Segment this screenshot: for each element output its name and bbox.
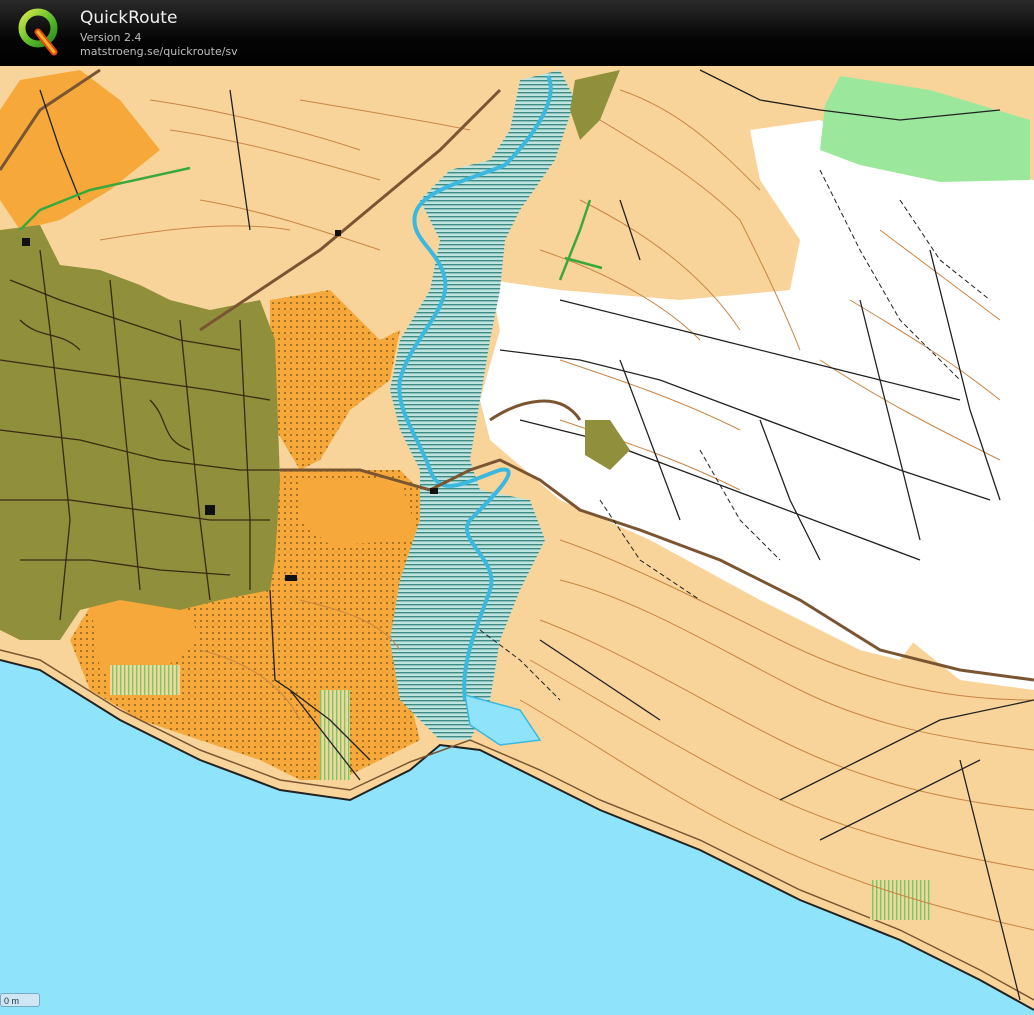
map-canvas	[0, 66, 1034, 1015]
undergrowth-2	[110, 665, 180, 695]
undergrowth-3	[870, 880, 930, 920]
app-header: QuickRoute Version 2.4 matstroeng.se/qui…	[0, 0, 1034, 67]
app-title: QuickRoute	[80, 8, 178, 28]
app-url[interactable]: matstroeng.se/quickroute/sv	[80, 45, 238, 58]
orienteering-map[interactable]	[0, 66, 1034, 1015]
quickroute-logo-icon	[18, 8, 58, 56]
scale-bar: 0 m	[0, 993, 40, 1007]
app-version: Version 2.4	[80, 31, 142, 44]
